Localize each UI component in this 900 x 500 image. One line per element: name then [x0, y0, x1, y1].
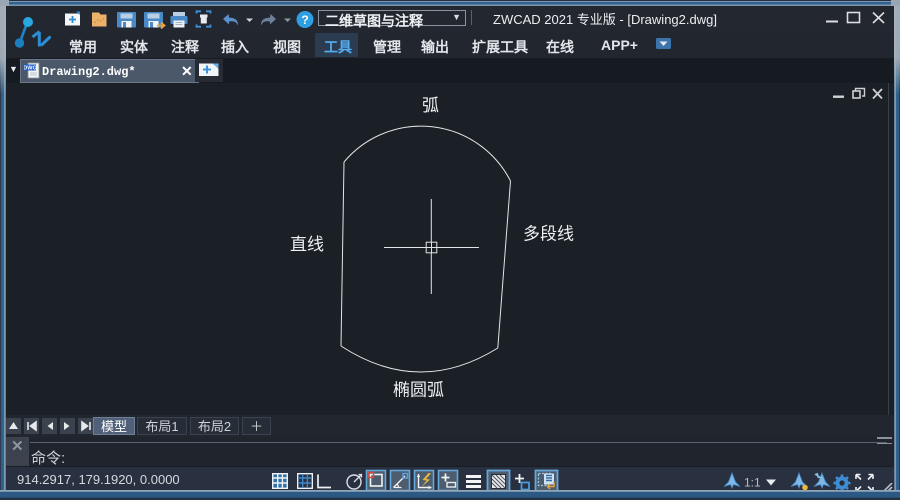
svg-text:1:1: 1:1: [744, 476, 761, 490]
svg-text:多段线: 多段线: [523, 225, 574, 244]
svg-text:直线: 直线: [290, 235, 324, 254]
svg-text:DWG: DWG: [24, 66, 37, 72]
svg-text:弧: 弧: [422, 96, 439, 115]
svg-text:椭圆弧: 椭圆弧: [393, 381, 444, 400]
svg-text:?: ?: [301, 13, 308, 27]
